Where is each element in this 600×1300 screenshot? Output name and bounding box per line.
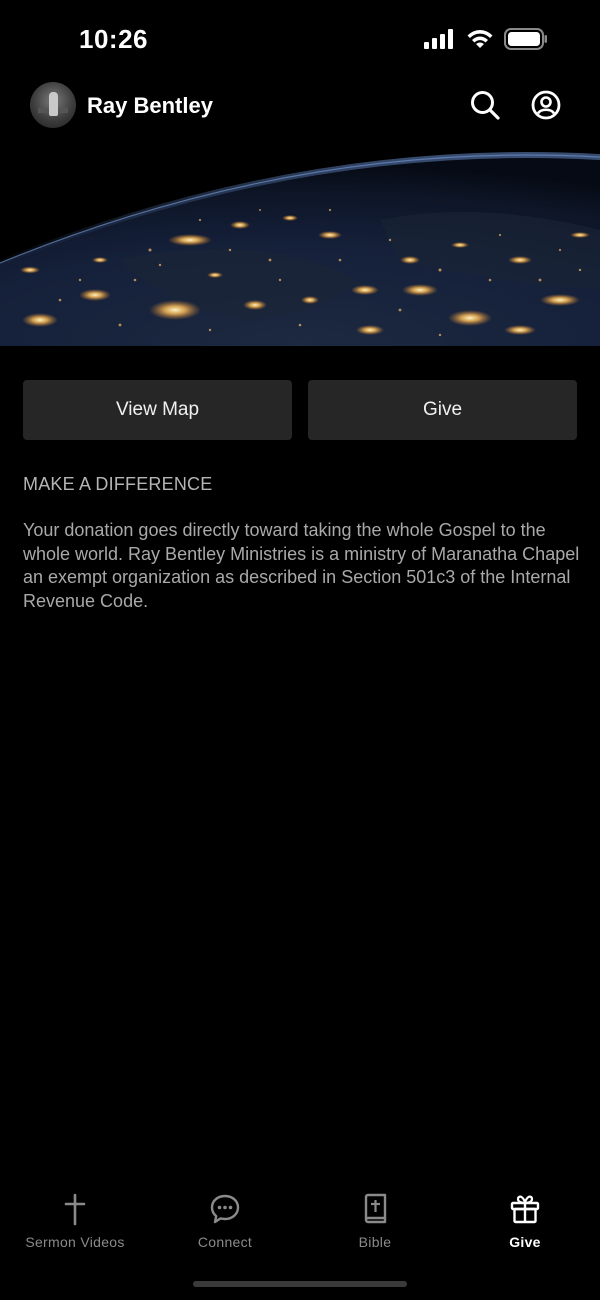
earth-night-image <box>0 140 600 346</box>
home-indicator[interactable] <box>193 1281 407 1287</box>
chat-bubble-icon <box>210 1194 240 1224</box>
status-bar: 10:26 <box>0 0 600 80</box>
section-title: MAKE A DIFFERENCE <box>23 474 213 494</box>
battery-icon <box>504 28 547 50</box>
cellular-signal-icon <box>424 29 453 49</box>
cross-icon <box>64 1193 86 1226</box>
tab-label: Connect <box>197 1234 253 1250</box>
profile-button[interactable] <box>529 88 563 122</box>
search-icon <box>471 91 500 120</box>
tab-sermon-videos[interactable]: Sermon Videos <box>0 1190 150 1254</box>
header-title: Ray Bentley <box>87 93 213 118</box>
tab-label: Give <box>509 1234 541 1250</box>
view-map-button[interactable]: View Map <box>23 380 292 440</box>
bible-icon <box>364 1193 387 1224</box>
tab-label: Sermon Videos <box>25 1234 125 1250</box>
status-time: 10:26 <box>79 24 148 54</box>
gift-icon <box>510 1195 540 1224</box>
search-button[interactable] <box>468 88 502 122</box>
section-body: Your donation goes directly toward takin… <box>23 520 580 611</box>
tab-label: Bible <box>358 1234 392 1250</box>
tab-give[interactable]: Give <box>450 1190 600 1254</box>
action-buttons: View Map Give <box>23 380 577 440</box>
header: Ray Bentley <box>0 82 600 130</box>
tab-bar: Sermon Videos Connect Bible Give <box>0 1190 600 1260</box>
avatar[interactable] <box>30 82 76 128</box>
profile-icon <box>531 90 561 120</box>
hero-image <box>0 140 600 346</box>
tab-connect[interactable]: Connect <box>150 1190 300 1254</box>
give-button[interactable]: Give <box>308 380 577 440</box>
tab-bible[interactable]: Bible <box>300 1190 450 1254</box>
wifi-icon <box>467 30 493 48</box>
status-icons <box>424 28 548 50</box>
